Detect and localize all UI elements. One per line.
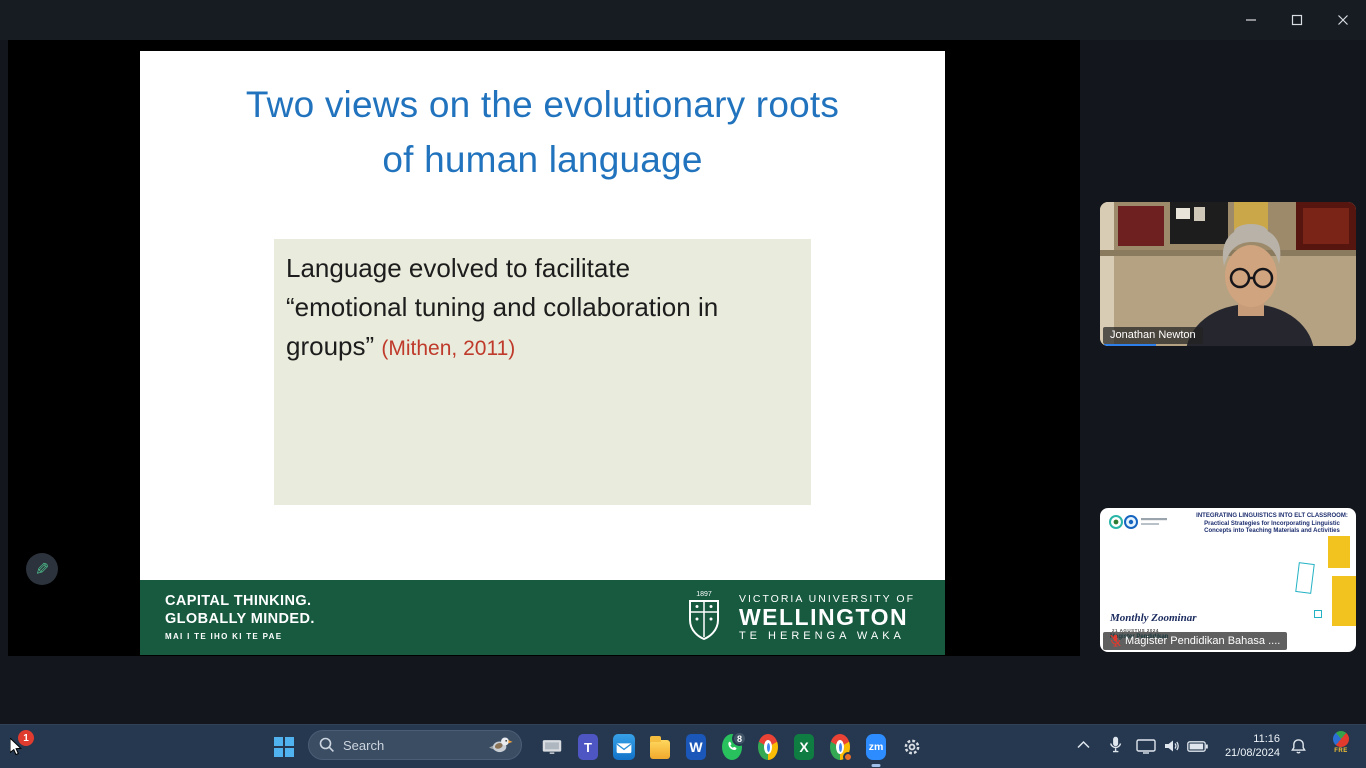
windows-taskbar: 1 Search [0,724,1366,768]
textbox-line3: groups” (Mithen, 2011) [286,327,799,368]
audio-indicator [1104,344,1156,346]
tray-time: 11:16 [1214,732,1280,746]
tray-date: 21/08/2024 [1214,746,1280,760]
maximize-icon [1291,14,1303,26]
slide-footer-banner: CAPITAL THINKING. GLOBALLY MINDED. MAI I… [140,580,945,655]
word-icon: W [686,734,706,760]
meeting-main-area: Two views on the evolutionary roots of h… [0,40,1366,724]
fre-label: FRE [1334,748,1348,754]
mouse-cursor [10,738,23,756]
tray-fre-app[interactable]: FRE [1324,730,1358,755]
minimize-icon [1245,14,1257,26]
bell-icon [1290,738,1307,755]
taskbar-app-file-explorer[interactable] [644,731,676,763]
windows-logo-icon [274,737,294,757]
speaker-icon [1164,739,1181,753]
search-label: Search [343,738,489,753]
minimize-button[interactable] [1228,0,1274,40]
window-controls [1228,0,1366,40]
textbox-line1: Language evolved to facilitate [286,249,799,288]
display-icon [1136,739,1156,754]
profile-badge [843,752,853,762]
taskbar-app-whatsapp[interactable]: 8 [716,731,748,763]
running-app-indicator [872,764,881,767]
thumbnail-event-title: Monthly Zoominar [1110,612,1197,624]
teams-icon: T [578,734,598,760]
tray-notifications[interactable] [1290,738,1307,755]
slide-title: Two views on the evolutionary roots of h… [140,77,945,187]
pencil-icon: ✎ [35,561,49,578]
chrome-icon [758,734,778,760]
envelope-icon [613,738,635,756]
close-button[interactable] [1320,0,1366,40]
start-button[interactable] [268,731,300,763]
fre-app-icon [1333,731,1349,747]
textbox-line2: “emotional tuning and collaboration in [286,288,799,327]
search-icon [319,737,335,753]
excel-icon: X [794,734,814,760]
citation-text: (Mithen, 2011) [381,337,515,360]
maximize-button[interactable] [1274,0,1320,40]
mail-icon [613,734,635,760]
taskbar-app-word[interactable]: W [680,731,712,763]
taskbar-app-display[interactable] [536,731,568,763]
gear-icon [902,734,922,760]
tray-battery[interactable] [1187,741,1208,752]
tray-clock[interactable]: 11:16 21/08/2024 [1214,732,1280,760]
shared-slide: Two views on the evolutionary roots of h… [140,51,945,655]
participant-video-magister[interactable]: INTEGRATING LINGUISTICS INTO ELT CLASSRO… [1100,508,1356,652]
organizer-logos-icon [1108,512,1178,532]
decor-yellow-rect [1332,576,1356,626]
folder-icon [650,740,670,759]
decor-teal-outline [1295,562,1315,594]
hidden-icons-chevron[interactable] [1076,740,1091,749]
mic-muted-icon [1110,634,1121,647]
taskbar-app-mail[interactable] [608,731,640,763]
search-highlight-bird-icon [489,734,513,756]
slide-textbox: Language evolved to facilitate “emotiona… [274,239,811,505]
decor-yellow-rect [1328,536,1350,568]
taskbar-app-zoom[interactable]: zm [860,731,892,763]
tray-microphone[interactable] [1108,736,1123,755]
university-shield-icon: 1897 [683,588,725,646]
logo-year: 1897 [696,591,712,598]
zoom-icon: zm [866,734,886,760]
taskbar-app-settings[interactable] [896,731,928,763]
tray-cast[interactable] [1136,739,1156,754]
participant-name-label: Magister Pendidikan Bahasa .... [1103,632,1287,650]
webcam-scene [1100,202,1356,346]
slide-title-line1: Two views on the evolutionary roots [140,77,945,132]
annotate-button[interactable]: ✎ [26,553,58,585]
university-tagline: CAPITAL THINKING. GLOBALLY MINDED. MAI I… [165,592,315,641]
zoom-meeting-window: Two views on the evolutionary roots of h… [0,0,1366,768]
participant-video-jonathan[interactable]: Jonathan Newton [1100,202,1356,346]
tray-speaker[interactable] [1164,739,1181,753]
participant-name-label: Jonathan Newton [1103,327,1203,344]
chevron-up-icon [1076,740,1091,749]
monitor-icon [542,736,562,758]
chrome-icon [830,734,850,760]
battery-icon [1187,741,1208,752]
taskbar-app-excel[interactable]: X [788,731,820,763]
whatsapp-icon: 8 [722,734,742,760]
taskbar-app-chrome-profile[interactable] [824,731,856,763]
decor-teal-square [1314,610,1322,618]
university-wordmark: VICTORIA UNIVERSITY OF WELLINGTON TE HER… [739,593,915,642]
taskbar-app-chrome[interactable] [752,731,784,763]
thumbnail-slide-heading: INTEGRATING LINGUISTICS INTO ELT CLASSRO… [1192,513,1352,536]
taskbar-search[interactable]: Search [308,730,522,760]
taskbar-app-teams[interactable]: T [572,731,604,763]
microphone-icon [1108,736,1123,755]
university-logo-block: 1897 VICTORIA UNIVERSITY OF WELLINGTON T… [683,588,915,646]
close-icon [1337,14,1349,26]
window-titlebar [0,0,1366,40]
whatsapp-badge: 8 [732,731,747,746]
slide-title-line2: of human language [140,132,945,187]
